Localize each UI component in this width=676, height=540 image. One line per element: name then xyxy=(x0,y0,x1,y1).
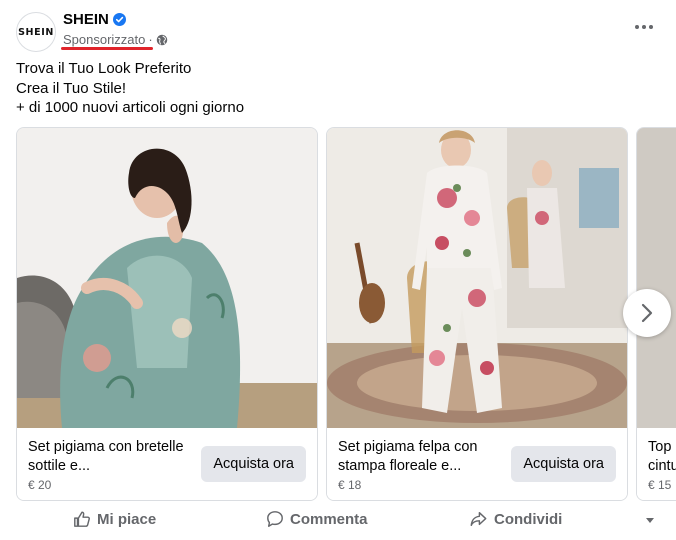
like-icon xyxy=(74,511,90,527)
page-name-link[interactable]: SHEIN xyxy=(63,11,109,28)
post-action-bar: Mi piace Commenta Condividi xyxy=(0,506,676,536)
share-icon xyxy=(470,511,487,527)
carousel-next-button[interactable] xyxy=(623,289,671,337)
product-title[interactable]: Set pigiama con bretelle sottile e... xyxy=(28,438,188,476)
page-avatar[interactable]: SHEIN xyxy=(16,12,56,52)
avatar-logo-text: SHEIN xyxy=(18,26,54,38)
product-image[interactable] xyxy=(327,128,627,428)
share-button[interactable]: Condividi xyxy=(469,510,562,528)
carousel-card[interactable]: Set pigiama felpa con stampa floreale e.… xyxy=(326,127,628,501)
post-message: Trova il Tuo Look Preferito Crea il Tuo … xyxy=(16,59,244,118)
red-highlight-underline xyxy=(61,47,153,50)
meta-separator: · xyxy=(148,32,153,47)
post-text-line: Trova il Tuo Look Preferito xyxy=(16,60,192,77)
comment-button[interactable]: Commenta xyxy=(266,510,368,528)
product-price: € 15 xyxy=(648,478,672,492)
comment-label: Commenta xyxy=(290,510,368,528)
card-footer: Set pigiama con bretelle sottile e... € … xyxy=(17,428,317,500)
audience-dropdown-icon[interactable] xyxy=(646,518,654,523)
product-price: € 18 xyxy=(338,478,362,492)
product-price: € 20 xyxy=(28,478,52,492)
share-label: Condividi xyxy=(494,510,563,528)
product-image[interactable] xyxy=(17,128,317,428)
globe-icon xyxy=(156,34,167,45)
product-title[interactable]: Top cintu xyxy=(648,438,676,476)
post-text-line: + di 1000 nuovi articoli ogni giorno xyxy=(16,99,245,116)
like-label: Mi piace xyxy=(97,510,157,528)
post-meta: Sponsorizzato · xyxy=(63,32,168,47)
sponsored-post: SHEIN SHEIN Sponsorizzato · Trova il Tuo… xyxy=(0,0,676,540)
more-options-icon[interactable] xyxy=(632,19,656,35)
like-button[interactable]: Mi piace xyxy=(73,510,156,528)
chevron-right-icon xyxy=(641,303,653,323)
page-name-row: SHEIN xyxy=(63,11,126,28)
product-carousel: Set pigiama con bretelle sottile e... € … xyxy=(16,127,676,503)
post-text-line: Crea il Tuo Stile! xyxy=(16,79,127,97)
card-footer: Top cintu € 15 xyxy=(637,428,676,500)
verified-badge-icon xyxy=(112,13,126,26)
comment-icon xyxy=(267,511,283,527)
shop-now-button[interactable]: Acquista ora xyxy=(201,446,306,482)
card-footer: Set pigiama felpa con stampa floreale e.… xyxy=(327,428,627,500)
carousel-card[interactable]: Set pigiama con bretelle sottile e... € … xyxy=(16,127,318,501)
shop-now-button[interactable]: Acquista ora xyxy=(511,446,616,482)
product-image[interactable] xyxy=(637,128,676,428)
sponsored-label[interactable]: Sponsorizzato xyxy=(63,32,145,47)
product-title[interactable]: Set pigiama felpa con stampa floreale e.… xyxy=(338,438,498,476)
